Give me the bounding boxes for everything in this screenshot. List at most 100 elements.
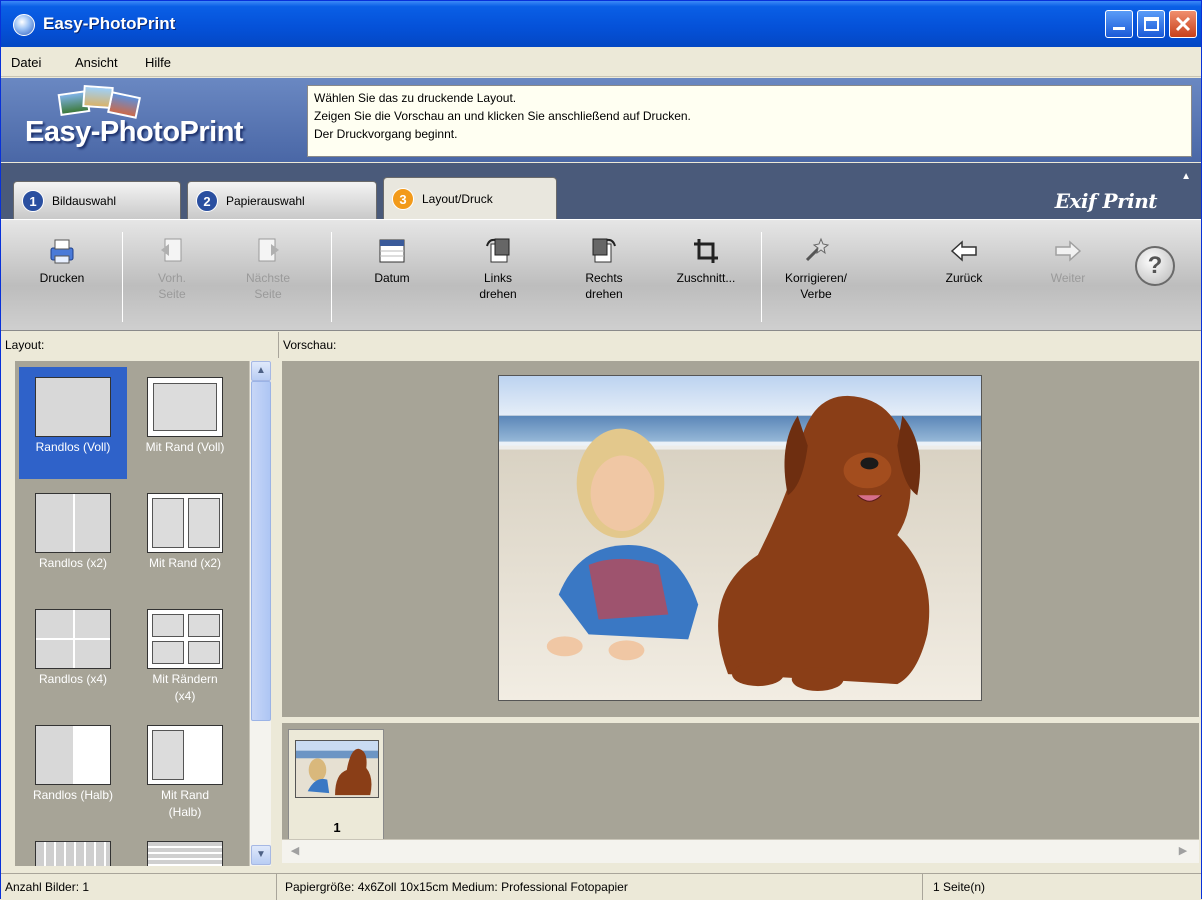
thumbnail-photo [295, 740, 379, 798]
logo-text: Easy-PhotoPrint [25, 116, 244, 148]
layout-item-bordered-x4[interactable]: Mit Rändern (x4) [131, 599, 239, 711]
layout-item-bordered-half[interactable]: Mit Rand (Halb) [131, 715, 239, 827]
tool-label: Seite [158, 287, 186, 301]
date-button[interactable]: Datum [347, 230, 437, 326]
crop-button[interactable]: Zuschnitt... [661, 230, 751, 326]
toolbar-separator [761, 232, 762, 322]
app-icon [13, 14, 35, 36]
tool-label: Links [483, 271, 512, 285]
menu-view[interactable]: Ansicht [75, 55, 118, 70]
layout-label: Mit Rändern (x4) [131, 671, 239, 705]
status-page-count: 1 Seite(n) [933, 880, 986, 894]
tab-label: Layout/Druck [422, 192, 493, 206]
rotate-right-button[interactable]: Rechts drehen [559, 230, 649, 326]
instruction-line: Wählen Sie das zu druckende Layout. [314, 91, 517, 105]
layout-label-line: Mit Rand [160, 788, 210, 802]
layout-label-line: Mit Rändern [152, 672, 218, 686]
status-image-count: Anzahl Bilder: 1 [1, 874, 277, 900]
menu-bar: Datei Ansicht Hilfe [1, 47, 1201, 77]
tab-image-selection[interactable]: 1 Bildauswahl [13, 181, 181, 219]
help-button[interactable]: ? [1135, 246, 1175, 286]
exif-print-logo: Exif Print [1054, 189, 1158, 213]
maximize-icon [1144, 17, 1159, 31]
back-arrow-icon [950, 240, 977, 262]
correct-enhance-button[interactable]: Korrigieren/ Verbe [771, 230, 861, 326]
scroll-down-icon[interactable]: ▼ [251, 845, 271, 865]
thumbnail-scrollbar[interactable]: ◀ ▶ [282, 839, 1199, 863]
layout-item-borderless-x4[interactable]: Randlos (x4) [19, 599, 127, 711]
layout-thumbnail [147, 609, 223, 669]
close-icon [1175, 16, 1191, 32]
scroll-left-icon[interactable]: ◀ [286, 842, 304, 860]
print-button[interactable]: Drucken [17, 230, 107, 326]
layout-thumbnail [35, 493, 111, 553]
tool-label: Rechts [585, 271, 623, 285]
scroll-up-icon[interactable]: ▲ [251, 361, 271, 381]
layout-label: Randlos (Halb) [32, 788, 114, 802]
layout-item-index-grid[interactable] [131, 831, 239, 866]
close-button[interactable] [1169, 10, 1197, 38]
layout-label: Mit Rand (Halb) [131, 787, 239, 821]
tool-label: drehen [585, 287, 623, 301]
title-bar[interactable]: Easy-PhotoPrint [1, 1, 1201, 47]
collapse-icon[interactable]: ▲ [1181, 171, 1191, 182]
crop-icon [694, 239, 718, 263]
status-paper-info: Papiergröße: 4x6Zoll 10x15cm Medium: Pro… [277, 874, 923, 900]
preview-panel-header: Vorschau: [279, 332, 1201, 358]
layout-item-borderless-full[interactable]: Randlos (Voll) [19, 367, 127, 479]
tool-label: Weiter [1050, 271, 1086, 285]
scroll-thumb[interactable] [251, 381, 271, 721]
layout-thumbnail [147, 841, 223, 866]
toolbar-separator [331, 232, 332, 322]
layout-item-borderless-half[interactable]: Randlos (Halb) [19, 715, 127, 827]
step-number-badge: 2 [196, 190, 218, 212]
layout-thumbnail [35, 377, 111, 437]
layout-item-multi-grid[interactable] [19, 831, 127, 866]
help-icon: ? [1147, 252, 1163, 279]
layout-thumbnail [35, 841, 111, 866]
preview-photo[interactable] [498, 375, 982, 701]
layout-label-line: (x4) [174, 689, 196, 703]
status-bar: Anzahl Bilder: 1 Papiergröße: 4x6Zoll 10… [1, 873, 1201, 900]
instruction-line: Der Druckvorgang beginnt. [314, 127, 458, 141]
app-logo: Easy-PhotoPrint [19, 80, 311, 158]
layout-item-bordered-x2[interactable]: Mit Rand (x2) [131, 483, 239, 595]
step-number-badge: 1 [22, 190, 44, 212]
next-page-button[interactable]: Nächste Seite [223, 230, 313, 326]
layout-panel-header: Layout: [1, 332, 279, 358]
minimize-button[interactable] [1105, 10, 1133, 38]
tab-paper-selection[interactable]: 2 Papierauswahl [187, 181, 377, 219]
layout-label: Mit Rand (Voll) [145, 440, 225, 454]
layout-label-line: (Halb) [168, 805, 202, 819]
layout-item-borderless-x2[interactable]: Randlos (x2) [19, 483, 127, 595]
forward-button[interactable]: Weiter [1023, 230, 1113, 326]
previous-page-button[interactable]: Vorh. Seite [127, 230, 217, 326]
tab-layout-print[interactable]: 3 Layout/Druck [383, 177, 557, 221]
rotate-left-button[interactable]: Links drehen [453, 230, 543, 326]
scroll-right-icon[interactable]: ▶ [1174, 842, 1192, 860]
tool-label: Datum [374, 271, 410, 285]
layout-item-bordered-full[interactable]: Mit Rand (Voll) [131, 367, 239, 479]
toolbar-separator [122, 232, 123, 322]
tool-label: Nächste [245, 271, 291, 285]
tool-label: Korrigieren/ [784, 271, 848, 285]
maximize-button[interactable] [1137, 10, 1165, 38]
layout-list-scrollbar[interactable]: ▲ ▼ [249, 361, 271, 866]
back-button[interactable]: Zurück [919, 230, 1009, 326]
layout-label: Randlos (Voll) [35, 440, 111, 454]
minimize-icon [1113, 27, 1125, 30]
menu-help[interactable]: Hilfe [145, 55, 171, 70]
layout-thumbnail [147, 493, 223, 553]
step-tabs: 1 Bildauswahl 2 Papierauswahl 3 Layout/D… [1, 163, 1201, 221]
layout-list: Randlos (Voll) Mit Rand (Voll) Randlos (… [15, 361, 249, 866]
tool-label: Vorh. [157, 271, 187, 285]
step-number-badge: 3 [392, 188, 414, 210]
layout-thumbnail [35, 609, 111, 669]
wand-icon [805, 237, 830, 262]
page-thumbnail[interactable]: 1 [288, 729, 384, 841]
tool-label: drehen [479, 287, 517, 301]
menu-file[interactable]: Datei [11, 55, 41, 70]
layout-label: Randlos (x2) [38, 556, 108, 570]
logo-photos-graphic [57, 84, 141, 120]
header-banner: Easy-PhotoPrint Wählen Sie das zu drucke… [1, 78, 1201, 162]
